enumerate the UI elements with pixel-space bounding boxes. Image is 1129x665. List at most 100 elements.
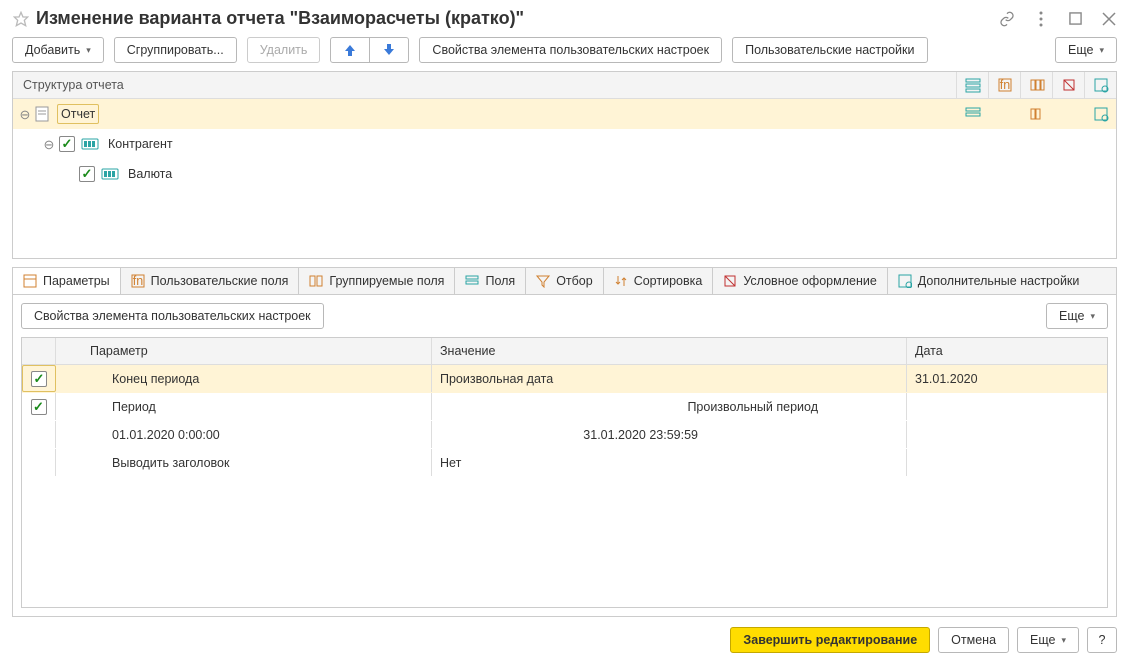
add-label: Добавить [25, 44, 80, 57]
kebab-menu-icon[interactable] [1033, 11, 1049, 27]
tree-checkbox[interactable] [79, 166, 95, 182]
expand-icon[interactable]: ⊖ [19, 108, 31, 121]
more-label: Еще [1068, 44, 1093, 57]
col-param-header[interactable]: Параметр [82, 338, 432, 364]
col-date-header[interactable]: Дата [907, 338, 1107, 364]
move-up-button[interactable] [330, 37, 370, 63]
add-button[interactable]: Добавить ▾ [12, 37, 104, 63]
user-settings-props-button[interactable]: Свойства элемента пользовательских настр… [419, 37, 722, 63]
grid-row[interactable]: 01.01.2020 0:00:00 31.01.2020 23:59:59 [22, 421, 1107, 449]
dropdown-caret-icon: ▾ [86, 46, 91, 55]
user-fields-icon: fn [131, 274, 145, 288]
user-settings-button[interactable]: Пользовательские настройки [732, 37, 927, 63]
label: Еще [1030, 634, 1055, 647]
structure-header: Структура отчета fn [13, 72, 1116, 99]
tab-extra[interactable]: Дополнительные настройки [888, 268, 1090, 294]
tab-sort[interactable]: Сортировка [604, 268, 714, 294]
param-value: Произвольная дата [440, 372, 553, 386]
tab-fields[interactable]: Поля [455, 268, 526, 294]
delete-button[interactable]: Удалить [247, 37, 321, 63]
link-icon[interactable] [999, 11, 1015, 27]
favorite-star-icon[interactable] [12, 10, 30, 28]
tree-row-level1[interactable]: ⊖ Контрагент [13, 129, 1116, 159]
close-icon[interactable] [1101, 11, 1117, 27]
tab-content-parameters: Свойства элемента пользовательских настр… [12, 294, 1117, 617]
param-more-button[interactable]: Еще ▾ [1046, 303, 1108, 329]
group-button[interactable]: Сгруппировать... [114, 37, 237, 63]
param-name: Выводить заголовок [90, 456, 229, 470]
user-settings-label: Пользовательские настройки [745, 44, 914, 57]
tree-row-root[interactable]: ⊖ Отчет [13, 99, 1116, 129]
col-icon-2[interactable]: fn [988, 72, 1020, 99]
svg-text:fn: fn [999, 78, 1009, 92]
delete-label: Удалить [260, 44, 308, 57]
tree-label-level2: Валюта [125, 165, 175, 183]
row-icon-3[interactable] [1020, 99, 1052, 129]
footer-more-button[interactable]: Еще ▾ [1017, 627, 1079, 653]
tree-label-level1: Контрагент [105, 135, 176, 153]
tree-row-level2[interactable]: Валюта [13, 159, 1116, 189]
param-name: 01.01.2020 0:00:00 [90, 428, 220, 442]
tab-label: Пользовательские поля [151, 274, 289, 288]
cancel-button[interactable]: Отмена [938, 627, 1009, 653]
row-icon-1[interactable] [956, 99, 988, 129]
row-icon-2 [988, 99, 1020, 129]
tab-label: Группируемые поля [329, 274, 444, 288]
tab-group-fields[interactable]: Группируемые поля [299, 268, 455, 294]
param-user-settings-props-button[interactable]: Свойства элемента пользовательских настр… [21, 303, 324, 329]
move-down-button[interactable] [370, 37, 409, 63]
titlebar: Изменение варианта отчета "Взаиморасчеты… [12, 8, 1117, 29]
conditional-icon [723, 274, 737, 288]
label: ? [1099, 634, 1106, 647]
tab-label: Поля [485, 274, 515, 288]
label: Завершить редактирование [743, 634, 917, 647]
settings-tabs: Параметры fn Пользовательские поля Групп… [12, 267, 1117, 294]
svg-text:fn: fn [132, 274, 142, 288]
filter-icon [536, 274, 550, 288]
group-fields-icon [309, 274, 323, 288]
row-icon-5[interactable] [1084, 99, 1116, 129]
tree-checkbox[interactable] [59, 136, 75, 152]
tab-conditional[interactable]: Условное оформление [713, 268, 887, 294]
col-icon-1[interactable] [956, 72, 988, 99]
tab-label: Сортировка [634, 274, 703, 288]
user-settings-props-label: Свойства элемента пользовательских настр… [432, 44, 709, 57]
tab-label: Отбор [556, 274, 593, 288]
finish-editing-button[interactable]: Завершить редактирование [730, 627, 930, 653]
tab-label: Дополнительные настройки [918, 274, 1080, 288]
row-checkbox[interactable] [31, 399, 47, 415]
row-checkbox[interactable] [31, 371, 47, 387]
grid-row[interactable]: Выводить заголовок Нет [22, 449, 1107, 477]
more-button[interactable]: Еще ▾ [1055, 37, 1117, 63]
label: Свойства элемента пользовательских настр… [34, 310, 311, 323]
col-icon-3[interactable] [1020, 72, 1052, 99]
tab-user-fields[interactable]: fn Пользовательские поля [121, 268, 300, 294]
expand-icon[interactable]: ⊖ [43, 138, 55, 151]
tab-parameters[interactable]: Параметры [13, 268, 121, 295]
dropdown-caret-icon: ▾ [1090, 312, 1095, 321]
footer: Завершить редактирование Отмена Еще ▾ ? [12, 627, 1117, 653]
col-value-header[interactable]: Значение [432, 338, 907, 364]
col-icon-4[interactable] [1052, 72, 1084, 99]
param-date: 31.01.2020 [915, 372, 978, 386]
group-icon [101, 167, 119, 181]
report-doc-icon [33, 107, 51, 121]
structure-tree[interactable]: ⊖ Отчет ⊖ [13, 99, 1116, 258]
tree-label-root: Отчет [57, 104, 99, 124]
grid-row[interactable]: Конец периода Произвольная дата 31.01.20… [22, 365, 1107, 393]
sort-icon [614, 274, 628, 288]
grid-row[interactable]: Период Произвольный период [22, 393, 1107, 421]
params-grid-body[interactable]: Конец периода Произвольная дата 31.01.20… [22, 365, 1107, 607]
main-toolbar: Добавить ▾ Сгруппировать... Удалить Свой… [12, 37, 1117, 63]
col-icon-5[interactable] [1084, 72, 1116, 99]
params-grid: Параметр Значение Дата Конец периода Про… [21, 337, 1108, 608]
label: Еще [1059, 310, 1084, 323]
tab-filter[interactable]: Отбор [526, 268, 604, 294]
dropdown-caret-icon: ▾ [1061, 636, 1066, 645]
help-button[interactable]: ? [1087, 627, 1117, 653]
maximize-icon[interactable] [1067, 11, 1083, 27]
structure-header-title: Структура отчета [13, 78, 956, 92]
params-grid-header: Параметр Значение Дата [22, 338, 1107, 365]
fields-icon [465, 274, 479, 288]
param-value: Произвольный период [440, 400, 898, 414]
